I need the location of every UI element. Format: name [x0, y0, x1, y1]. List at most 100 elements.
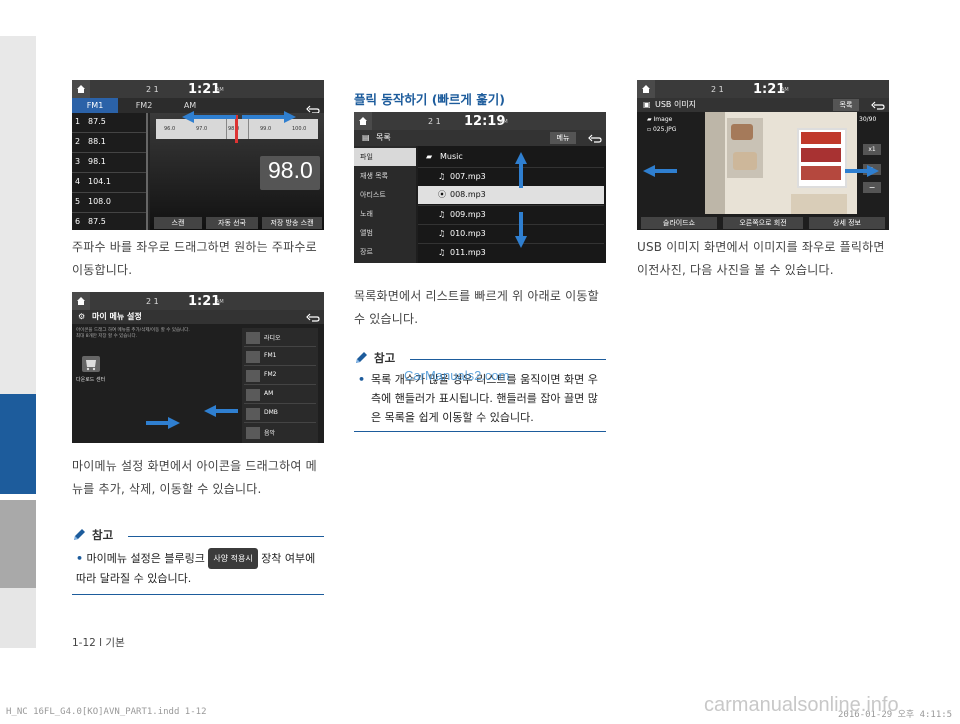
- dmb-icon: [246, 408, 260, 420]
- music-icon: [246, 427, 260, 439]
- list-button[interactable]: 목록: [833, 99, 859, 111]
- file-list: ▰ Music ♫ 007.mp3 ⦿ 008.mp3 ♫ 009.mp3 ♫ 010.m…: [418, 146, 606, 263]
- mymenu-item[interactable]: FM2: [244, 368, 316, 385]
- category-item[interactable]: 장르: [354, 243, 416, 261]
- zoom-out-icon[interactable]: −: [863, 182, 881, 193]
- list-scrollbar[interactable]: [146, 113, 148, 230]
- back-icon[interactable]: [588, 133, 602, 144]
- back-icon[interactable]: [306, 312, 320, 323]
- mymenu-item[interactable]: AM: [244, 387, 316, 404]
- mymenu-item[interactable]: 음악: [244, 425, 316, 442]
- status-indicators: 2 1: [711, 84, 724, 94]
- usb-image-screen: 2 1 1:21 AM ▣ USB 이미지 목록 ▰ Image ▫ 025.J…: [637, 80, 889, 230]
- category-item[interactable]: 재생 목록: [354, 167, 416, 185]
- download-center-icon[interactable]: [82, 356, 100, 372]
- note-text: • 마이메뉴 설정은 블루링크 사양 적용시 장착 여부에 따라 달라질 수 있…: [76, 548, 324, 588]
- home-icon[interactable]: [72, 292, 90, 310]
- radio-screen: 2 1 1:21 AM FM1 FM2 AM 1 87.5 2 88.1 3 98.1…: [72, 80, 324, 230]
- gear-icon: ⚙: [78, 312, 86, 321]
- back-icon[interactable]: [871, 100, 885, 111]
- music-note-icon: ♫: [438, 229, 446, 238]
- zoom-level[interactable]: x1: [863, 144, 881, 155]
- current-frequency: 98.0: [268, 157, 313, 183]
- clock-ampm: AM: [216, 87, 224, 93]
- category-item[interactable]: 아티스트: [354, 186, 416, 204]
- note-header: 참고: [354, 351, 395, 365]
- note-box: 참고 • 마이메뉴 설정은 블루링크 사양 적용시 장착 여부에 따라 달라질 …: [72, 528, 324, 598]
- scale-label: 97.0: [196, 126, 208, 132]
- rotate-right-button[interactable]: 오른쪽으로 회전: [723, 217, 803, 229]
- file-item[interactable]: ♫ 010.mp3: [418, 224, 604, 242]
- note-title: 참고: [374, 351, 396, 365]
- pencil-icon: [356, 352, 367, 363]
- caption-mymenu: 마이메뉴 설정 화면에서 아이콘을 드래그하여 메뉴를 추가, 삭제, 이동할 …: [72, 459, 317, 496]
- music-screen: 2 1 12:19 AM ▤ 목록 메뉴 파일 재생 목록 아티스트 노래 앨범…: [354, 112, 606, 263]
- radio-icon: [246, 332, 260, 344]
- scan-button[interactable]: 스캔: [154, 217, 202, 229]
- slideshow-button[interactable]: 슬라이드쇼: [641, 217, 717, 229]
- watermark-overlay: CarManuals2.com: [404, 368, 510, 383]
- status-bar: 2 1 1:21 AM: [637, 80, 889, 98]
- file-info: H_NC 16FL_G4.0[KO]AVN_PART1.indd 1-12: [6, 707, 207, 717]
- mymenu-item[interactable]: 라디오: [244, 330, 316, 347]
- right-arrow-icon: [242, 111, 296, 123]
- status-indicators: 2 1: [428, 116, 441, 126]
- menu-button[interactable]: 메뉴: [550, 132, 576, 144]
- screen-title: USB 이미지: [655, 100, 697, 109]
- title-bar: ▣ USB 이미지 목록: [637, 98, 889, 112]
- mymenu-item[interactable]: DMB: [244, 406, 316, 423]
- left-arrow-icon: [204, 405, 238, 417]
- category-item[interactable]: 노래: [354, 205, 416, 223]
- right-arrow-icon: [146, 417, 180, 429]
- mymenu-screen: 2 1 1:21 AM ⚙ 마이 메뉴 설정 아이콘을 드래그 하여 메뉴를 추…: [72, 292, 324, 443]
- back-icon[interactable]: [306, 100, 320, 114]
- category-item[interactable]: 파일: [354, 148, 416, 166]
- note-bottom-line: [72, 594, 324, 595]
- bullet: •: [358, 373, 366, 386]
- tab-fm1[interactable]: FM1: [72, 98, 118, 113]
- status-bar: 2 1 12:19 AM: [354, 112, 606, 130]
- home-icon[interactable]: [354, 112, 372, 130]
- category-item[interactable]: 앨범: [354, 224, 416, 242]
- tab-fm2[interactable]: FM2: [122, 98, 166, 113]
- file-item[interactable]: ♫ 009.mp3: [418, 205, 604, 223]
- description-line: 최대 8개만 저장 할 수 있습니다.: [76, 334, 138, 339]
- scale-label: 96.0: [164, 126, 176, 132]
- music-note-icon: ♫: [438, 210, 446, 219]
- clock-ampm: AM: [216, 299, 224, 305]
- left-arrow-icon: [643, 165, 677, 177]
- note-top-line: [410, 359, 606, 360]
- divider: [72, 132, 146, 133]
- screen-title: 목록: [376, 133, 391, 142]
- mymenu-item[interactable]: FM1: [244, 349, 316, 366]
- music-note-icon: ♫: [438, 248, 446, 257]
- file-item[interactable]: ♫ 007.mp3: [418, 167, 604, 185]
- left-arrow-icon: [182, 111, 236, 123]
- list-icon: ▤: [362, 133, 370, 142]
- section-title: 플릭 동작하기 (빠르게 훑기): [354, 92, 505, 107]
- home-icon[interactable]: [637, 80, 655, 98]
- divider: [72, 172, 146, 173]
- auto-store-button[interactable]: 자동 선국: [206, 217, 258, 229]
- play-icon: ⦿: [438, 190, 446, 199]
- status-bar: 2 1 1:21 AM: [72, 292, 324, 310]
- pencil-icon: [74, 529, 85, 540]
- clock-ampm: AM: [500, 119, 508, 125]
- folder-label: ▰ Image: [647, 116, 673, 123]
- status-indicators: 2 1: [146, 296, 159, 306]
- screen-title: 마이 메뉴 설정: [92, 312, 142, 321]
- music-note-icon: ♫: [438, 172, 446, 181]
- preset-scan-button[interactable]: 저장 방송 스캔: [262, 217, 322, 229]
- photo-image[interactable]: [705, 112, 857, 214]
- caption-radio: 주파수 바를 좌우로 드래그하면 원하는 주파수로 이동합니다.: [72, 240, 317, 277]
- folder-item[interactable]: ▰ Music: [418, 148, 604, 166]
- page-number: 1-12 l 기본: [72, 637, 125, 649]
- divider: [72, 192, 146, 193]
- note-bottom-line: [354, 431, 606, 432]
- file-item-selected[interactable]: ⦿ 008.mp3: [418, 186, 604, 204]
- file-label: ▫ 025.JPG: [647, 126, 677, 133]
- file-item[interactable]: ♫ 011.mp3: [418, 243, 604, 261]
- status-bar: 2 1 1:21 AM: [72, 80, 324, 98]
- home-icon[interactable]: [72, 80, 90, 98]
- details-button[interactable]: 상세 정보: [809, 217, 885, 229]
